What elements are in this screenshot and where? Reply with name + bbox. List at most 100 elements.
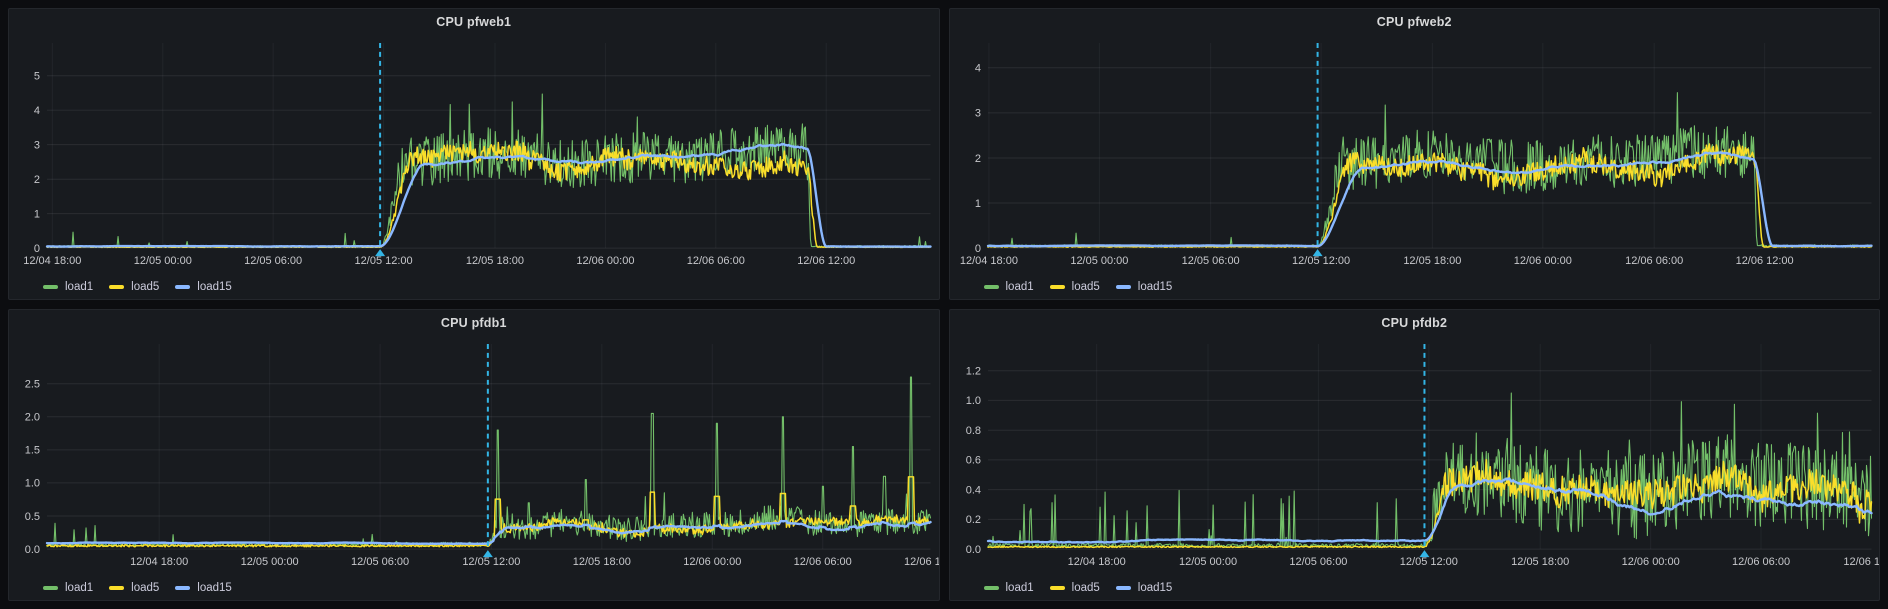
legend-item-load5[interactable]: load5 [109,281,159,293]
x-axis-tick-label: 12/05 00:00 [241,556,299,568]
y-axis-tick-label: 1.5 [25,445,40,457]
x-axis-tick-label: 12/04 18:00 [23,255,81,267]
x-axis-tick-label: 12/05 00:00 [134,255,192,267]
x-axis-tick-label: 12/05 12:00 [462,556,520,568]
x-axis-tick-label: 12/06 06:00 [1731,556,1789,568]
series-load1 [988,93,1871,247]
x-axis-tick-label: 12/04 18:00 [1067,556,1125,568]
load1-swatch [984,285,999,289]
annotation-marker-icon[interactable] [1312,249,1322,256]
load5-swatch [1050,285,1065,289]
legend-pfdb1: load1 load5 load15 [9,575,939,600]
legend-item-load5[interactable]: load5 [109,582,159,594]
y-axis-tick-label: 1.0 [25,478,40,490]
x-axis-tick-label: 12/05 06:00 [351,556,409,568]
timeseries-chart-pfweb1[interactable]: 01234512/04 18:0012/05 00:0012/05 06:001… [9,35,939,274]
y-axis-tick-label: 0.4 [965,484,980,496]
legend-label: load1 [1006,582,1034,594]
legend-item-load15[interactable]: load15 [1116,281,1173,293]
y-axis-tick-label: 2.0 [25,412,40,424]
load15-swatch [175,285,190,289]
legend-item-load1[interactable]: load1 [984,582,1034,594]
y-axis-tick-label: 0.6 [965,455,980,467]
x-axis-tick-label: 12/05 12:00 [355,255,413,267]
legend-label: load5 [1072,281,1100,293]
legend-item-load15[interactable]: load15 [1116,582,1173,594]
y-axis-tick-label: 3 [34,139,40,151]
y-axis-tick-label: 0.2 [965,514,980,526]
legend-pfweb1: load1 load5 load15 [9,274,939,299]
x-axis-tick-label: 12/05 00:00 [1070,255,1128,267]
y-axis-tick-label: 5 [34,71,40,83]
legend-label: load15 [1138,582,1173,594]
panel-cpu-pfdb2: CPU pfdb2 0.00.20.40.60.81.01.212/04 18:… [949,309,1881,601]
y-axis-tick-label: 0 [974,243,980,255]
y-axis-tick-label: 0 [34,243,40,255]
load15-swatch [1116,586,1131,590]
panel-title-cpu-pfdb2[interactable]: CPU pfdb2 [950,310,1880,336]
y-axis-tick-label: 0.0 [965,544,980,556]
x-axis-tick-label: 12/05 06:00 [1181,255,1239,267]
legend-item-load5[interactable]: load5 [1050,281,1100,293]
legend-label: load15 [1138,281,1173,293]
timeseries-chart-pfdb1[interactable]: 0.0 0.5 1.0 1.5 2.0 2.5 12/04 18:00 12/05 00:00… [9,336,939,575]
y-axis-tick-label: 1.2 [965,366,980,378]
load1-swatch [43,586,58,590]
y-axis-tick-label: 2 [34,174,40,186]
x-axis-tick-label: 12/05 12:00 [1292,255,1350,267]
x-axis-tick-label: 12/06 12:00 [797,255,855,267]
y-axis-tick-label: 4 [34,105,40,117]
y-axis-tick-label: 1 [34,208,40,220]
legend-item-load15[interactable]: load15 [175,281,232,293]
load5-swatch [109,285,124,289]
legend-item-load1[interactable]: load1 [43,582,93,594]
x-axis-tick-label: 12/05 00:00 [1178,556,1236,568]
grafana-dashboard: CPU pfweb1 0 1 2 3 4 5 12/04 18:00 12/05 00:00 1… [0,0,1888,609]
x-axis-tick-label: 12/05 18:00 [573,556,631,568]
x-axis-tick-label: 12/05 12:00 [1399,556,1457,568]
x-axis-tick-label: 12/06 00:00 [576,255,634,267]
x-axis-tick-label: 12/06 00:00 [683,556,741,568]
legend-item-load5[interactable]: load5 [1050,582,1100,594]
legend-pfweb2: load1 load5 load15 [950,274,1880,299]
x-axis-tick-label: 12/06 06:00 [1625,255,1683,267]
x-axis-tick-label: 12/06 00:00 [1621,556,1679,568]
series-load15 [988,152,1871,246]
x-axis-tick-label: 12/05 18:00 [1403,255,1461,267]
load1-swatch [984,586,999,590]
timeseries-chart-pfdb2[interactable]: 0.00.20.40.60.81.01.212/04 18:0012/05 00… [950,336,1880,575]
load15-swatch [1116,285,1131,289]
legend-label: load15 [197,281,232,293]
series-load5 [988,460,1871,548]
panel-title-cpu-pfdb1[interactable]: CPU pfdb1 [9,310,939,336]
x-axis-tick-label: 12/06 00:00 [1513,255,1571,267]
timeseries-chart-pfweb2[interactable]: 0123412/04 18:0012/05 00:0012/05 06:0012… [950,35,1880,274]
x-axis-tick-label: 12/04 18:00 [130,556,188,568]
y-axis-tick-label: 0.0 [25,544,40,556]
panel-cpu-pfweb2: CPU pfweb2 0123412/04 18:0012/05 00:0012… [949,8,1881,300]
y-axis-tick-label: 2.5 [25,379,40,391]
legend-label: load5 [1072,582,1100,594]
annotation-marker-icon[interactable] [483,550,493,557]
x-axis-tick-label: 12/06 06:00 [794,556,852,568]
annotation-marker-icon[interactable] [1419,550,1429,557]
y-axis-tick-label: 4 [974,63,980,75]
series-load1 [988,393,1871,547]
legend-label: load5 [131,582,159,594]
x-axis-tick-label: 12/06 06:00 [687,255,745,267]
load5-swatch [109,586,124,590]
y-axis-tick-label: 3 [974,108,980,120]
load15-swatch [175,586,190,590]
y-axis-tick-label: 1 [974,198,980,210]
x-axis-tick-label: 12/06 12:00 [1843,556,1879,568]
annotation-marker-icon[interactable] [375,249,385,256]
legend-item-load1[interactable]: load1 [984,281,1034,293]
legend-label: load1 [1006,281,1034,293]
panel-title-cpu-pfweb2[interactable]: CPU pfweb2 [950,9,1880,35]
x-axis-tick-label: 12/06 12:00 [1735,255,1793,267]
legend-item-load15[interactable]: load15 [175,582,232,594]
panel-cpu-pfdb1: CPU pfdb1 0.0 0.5 1.0 1.5 2.0 2.5 12/04 18:00 1… [8,309,940,601]
y-axis-tick-label: 0.5 [25,511,40,523]
panel-title-cpu-pfweb1[interactable]: CPU pfweb1 [9,9,939,35]
legend-item-load1[interactable]: load1 [43,281,93,293]
